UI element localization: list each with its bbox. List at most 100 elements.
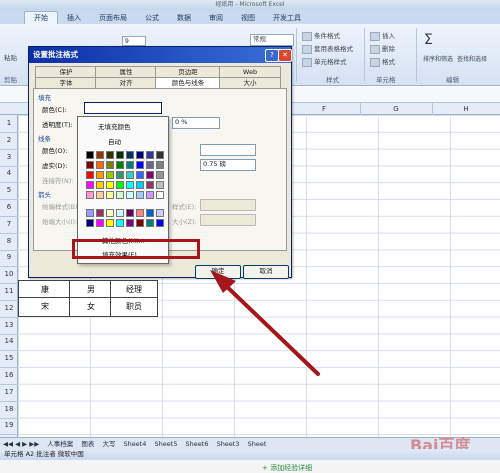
color-swatch[interactable]: [156, 151, 164, 159]
color-swatch[interactable]: [156, 171, 164, 179]
color-swatch[interactable]: [106, 161, 114, 169]
color-swatch[interactable]: [96, 161, 104, 169]
color-swatch[interactable]: [126, 181, 134, 189]
row-header[interactable]: 15: [0, 350, 18, 369]
color-swatch[interactable]: [126, 209, 134, 217]
color-swatch[interactable]: [136, 171, 144, 179]
table-cell[interactable]: 女: [69, 297, 113, 317]
color-swatch[interactable]: [146, 181, 154, 189]
column-header[interactable]: G: [360, 103, 433, 115]
row-header[interactable]: 11: [0, 283, 18, 301]
delete-cells-button[interactable]: 删除: [370, 43, 395, 54]
color-swatch[interactable]: [116, 219, 124, 227]
paste-button[interactable]: 粘贴: [4, 52, 17, 62]
color-swatch[interactable]: [86, 219, 94, 227]
sheet-tab[interactable]: Sheet4: [121, 438, 150, 449]
color-swatch[interactable]: [156, 219, 164, 227]
color-swatch[interactable]: [146, 161, 154, 169]
no-fill-option[interactable]: 无填充颜色: [98, 121, 131, 131]
tab-formulas[interactable]: 公式: [136, 12, 168, 24]
cancel-button[interactable]: 取消: [243, 265, 289, 279]
format-cells-button[interactable]: 格式: [370, 56, 395, 67]
color-swatch[interactable]: [136, 151, 144, 159]
tab-page-layout[interactable]: 页面布局: [90, 12, 136, 24]
color-swatch[interactable]: [146, 219, 154, 227]
row-header[interactable]: 6: [0, 199, 18, 217]
tab-data[interactable]: 数据: [168, 12, 200, 24]
tab-margins[interactable]: 页边距: [155, 66, 221, 77]
color-swatch[interactable]: [126, 219, 134, 227]
color-swatch[interactable]: [136, 209, 144, 217]
table-cell[interactable]: 职员: [110, 297, 158, 317]
autosum-icon[interactable]: Σ: [424, 32, 433, 48]
color-swatch[interactable]: [136, 191, 144, 199]
color-swatch[interactable]: [86, 209, 94, 217]
tab-web[interactable]: Web: [219, 66, 281, 77]
sheet-tab[interactable]: 大写: [99, 438, 118, 449]
color-swatch[interactable]: [96, 191, 104, 199]
table-format-button[interactable]: 套用表格格式: [302, 43, 353, 54]
color-swatch[interactable]: [126, 191, 134, 199]
end-size-dropdown[interactable]: [200, 214, 256, 226]
color-swatch[interactable]: [96, 219, 104, 227]
color-swatch[interactable]: [146, 171, 154, 179]
row-header[interactable]: 5: [0, 182, 18, 201]
row-header[interactable]: 14: [0, 333, 18, 352]
tab-developer[interactable]: 开发工具: [264, 12, 310, 24]
row-header[interactable]: 18: [0, 401, 18, 419]
tab-font[interactable]: 字体: [35, 77, 97, 88]
color-swatch[interactable]: [156, 209, 164, 217]
number-format-box[interactable]: 常规: [250, 34, 294, 46]
color-swatch[interactable]: [146, 209, 154, 217]
tab-protection[interactable]: 保护: [35, 66, 97, 77]
line-style-dropdown[interactable]: [200, 144, 256, 156]
column-header[interactable]: F: [288, 103, 361, 115]
row-header[interactable]: 19: [0, 417, 18, 436]
color-swatch[interactable]: [156, 181, 164, 189]
color-swatch[interactable]: [116, 209, 124, 217]
color-swatch[interactable]: [116, 161, 124, 169]
sheet-tab[interactable]: Sheet5: [152, 438, 181, 449]
sort-filter-button[interactable]: 排序和筛选: [422, 54, 454, 63]
color-swatch[interactable]: [116, 191, 124, 199]
color-swatch[interactable]: [116, 181, 124, 189]
font-size-box[interactable]: 9: [122, 36, 146, 46]
color-swatch[interactable]: [136, 181, 144, 189]
row-header[interactable]: 3: [0, 149, 18, 167]
column-header[interactable]: H: [432, 103, 500, 115]
row-header[interactable]: 1: [0, 115, 18, 133]
tab-alignment[interactable]: 对齐: [95, 77, 157, 88]
table-cell[interactable]: 宋: [18, 297, 72, 317]
tab-insert[interactable]: 插入: [58, 12, 90, 24]
row-header[interactable]: 9: [0, 249, 18, 268]
row-header[interactable]: 12: [0, 300, 18, 318]
row-header[interactable]: 7: [0, 216, 18, 234]
color-swatch[interactable]: [96, 171, 104, 179]
row-header[interactable]: 17: [0, 384, 18, 402]
conditional-format-button[interactable]: 条件格式: [302, 30, 340, 41]
color-swatch[interactable]: [106, 181, 114, 189]
color-swatch[interactable]: [86, 161, 94, 169]
color-swatch[interactable]: [136, 219, 144, 227]
color-swatch[interactable]: [156, 191, 164, 199]
ok-button[interactable]: 确定: [195, 265, 241, 279]
row-header[interactable]: 4: [0, 165, 18, 184]
color-swatch[interactable]: [96, 181, 104, 189]
color-swatch[interactable]: [146, 191, 154, 199]
color-swatch[interactable]: [106, 209, 114, 217]
tab-view[interactable]: 视图: [232, 12, 264, 24]
sheet-tab[interactable]: 人事档案: [44, 438, 76, 449]
color-swatch[interactable]: [126, 151, 134, 159]
sheet-tab[interactable]: Sheet: [245, 438, 270, 449]
fill-color-dropdown[interactable]: [84, 102, 162, 114]
color-swatch[interactable]: [86, 191, 94, 199]
add-note-link[interactable]: + 添加经验详细: [262, 463, 312, 473]
color-swatch[interactable]: [86, 151, 94, 159]
color-swatch[interactable]: [96, 151, 104, 159]
color-swatch[interactable]: [116, 171, 124, 179]
color-swatch[interactable]: [106, 191, 114, 199]
color-swatch[interactable]: [106, 151, 114, 159]
end-style-dropdown[interactable]: [200, 199, 256, 211]
color-swatch[interactable]: [86, 181, 94, 189]
row-header[interactable]: 13: [0, 317, 18, 335]
